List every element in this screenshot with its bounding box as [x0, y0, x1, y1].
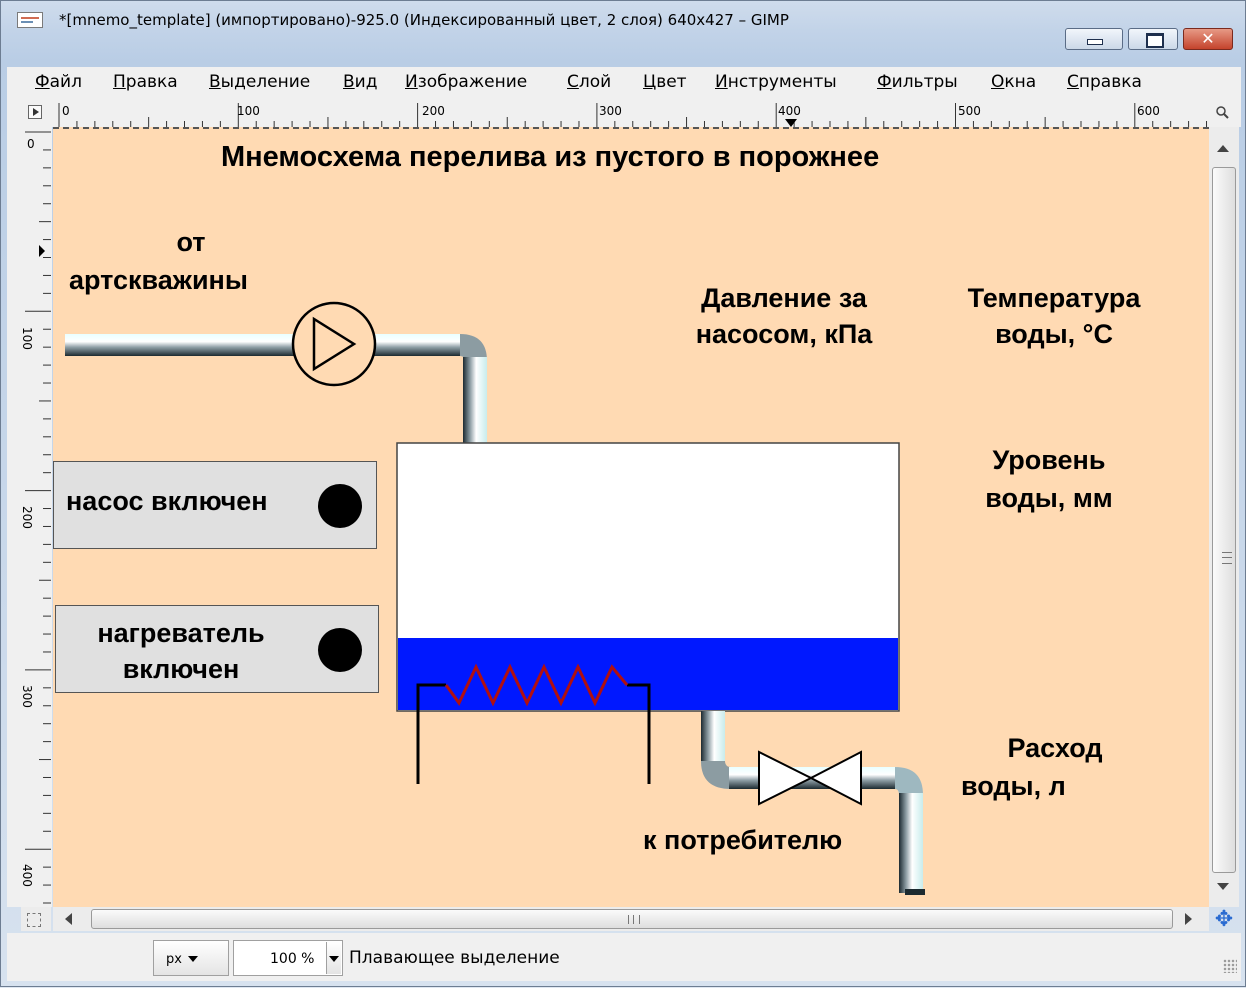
heater-status-panel: нагреватель включен	[55, 605, 379, 693]
level-label-line2: воды, мм	[985, 483, 1113, 513]
indicator-lamp-icon	[318, 484, 362, 528]
unit-select[interactable]: px	[153, 940, 229, 976]
unit-value: px	[166, 952, 182, 967]
status-message: Плавающее выделение	[349, 948, 560, 968]
chevron-down-icon[interactable]	[326, 942, 341, 974]
heater-status-label-line1: нагреватель	[97, 618, 265, 648]
grip-icon	[1222, 552, 1232, 564]
level-label-line1: Уровень	[992, 445, 1106, 475]
valve-icon	[758, 750, 862, 806]
temperature-label-line2: воды, °С	[995, 319, 1113, 349]
zoom-value: 100 %	[270, 951, 315, 967]
quick-mask-toggle[interactable]	[21, 907, 51, 931]
vertical-scrollbar[interactable]	[1209, 127, 1239, 907]
heater-status-label-line2: включен	[122, 654, 240, 684]
pressure-label-line1: Давление за	[701, 283, 867, 313]
resize-grip-icon[interactable]	[1223, 959, 1237, 973]
navigate-icon[interactable]: ✥	[1211, 909, 1237, 931]
outlet-pipe	[701, 711, 925, 895]
horizontal-scrollbar[interactable]	[53, 907, 1209, 931]
pressure-label-line2: насосом, кПа	[695, 319, 873, 349]
grip-icon	[628, 915, 640, 924]
pump-icon	[291, 301, 377, 387]
source-label-line1: от	[176, 227, 206, 257]
indicator-lamp-icon	[318, 628, 362, 672]
quick-mask-icon	[27, 913, 41, 927]
scroll-down-icon[interactable]	[1217, 883, 1229, 890]
horizontal-scroll-thumb[interactable]	[91, 909, 1173, 929]
vertical-scroll-thumb[interactable]	[1212, 167, 1236, 873]
source-label-line2: артскважины	[69, 265, 248, 295]
scroll-left-icon[interactable]	[65, 913, 72, 925]
flow-label-line1: Расход	[1007, 733, 1103, 763]
scroll-right-icon[interactable]	[1185, 913, 1192, 925]
consumer-label: к потребителю	[643, 825, 843, 855]
scroll-up-icon[interactable]	[1217, 145, 1229, 152]
scheme-title: Мнемосхема перелива из пустого в порожне…	[221, 141, 880, 173]
zoom-select[interactable]: 100 %	[233, 940, 343, 976]
temperature-label-line1: Температура	[967, 283, 1141, 313]
tank	[396, 442, 900, 712]
gimp-window: *[mnemo_template] (импортировано)-925.0 …	[0, 0, 1246, 987]
chevron-down-icon	[188, 956, 198, 962]
pump-status-label: насос включен	[66, 486, 268, 516]
flow-label-line2: воды, л	[961, 771, 1066, 801]
pump-status-panel: насос включен	[53, 461, 377, 549]
